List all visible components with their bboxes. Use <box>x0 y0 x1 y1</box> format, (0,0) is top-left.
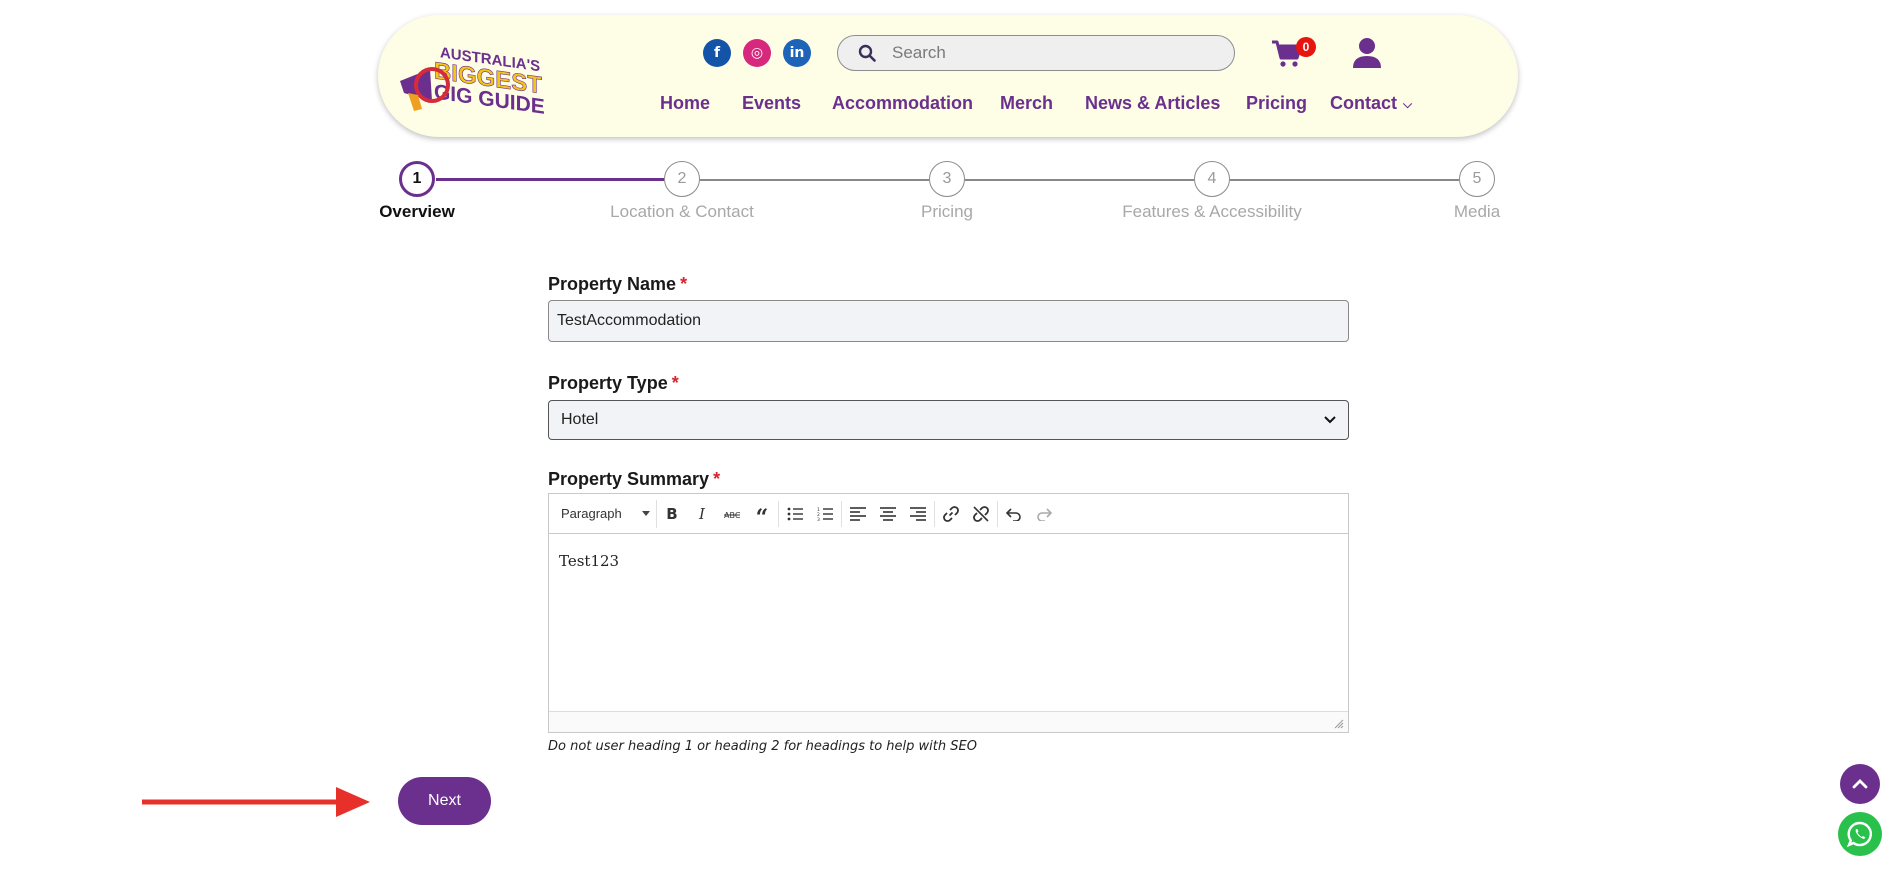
required-marker: * <box>671 373 679 393</box>
whatsapp-icon <box>1846 821 1873 848</box>
required-marker: * <box>713 469 721 489</box>
property-type-select[interactable]: Hotel <box>548 400 1349 440</box>
redo-icon <box>1037 507 1052 521</box>
progress-stepper: 1 2 3 4 5 Overview Location & Contact Pr… <box>0 0 1895 230</box>
bold-icon: B <box>666 504 678 523</box>
stepper-connector-3 <box>965 179 1194 181</box>
property-type-label-text: Property Type <box>548 373 668 393</box>
align-center-icon <box>880 506 896 521</box>
property-summary-label-text: Property Summary <box>548 469 710 489</box>
next-button[interactable]: Next <box>398 777 491 825</box>
undo-icon <box>1006 507 1021 521</box>
editor-content-area[interactable]: Test123 <box>549 534 1348 588</box>
unlink-icon <box>973 505 989 522</box>
property-name-label-text: Property Name <box>548 274 677 294</box>
step-5-label: Media <box>1453 202 1501 221</box>
property-type-label: Property Type * <box>548 373 679 394</box>
numbered-list-icon: 123 <box>817 507 833 521</box>
step-4-circle[interactable]: 4 <box>1194 161 1230 197</box>
toolbar-divider <box>778 500 779 527</box>
required-marker: * <box>680 274 688 294</box>
paragraph-format-select[interactable]: Paragraph <box>555 499 657 528</box>
stepper-connector-1 <box>436 178 664 181</box>
editor-paragraph: Test123 <box>559 552 620 570</box>
remove-link-button[interactable] <box>966 499 996 529</box>
chevron-down-icon <box>1324 416 1336 424</box>
italic-icon: I <box>699 504 705 523</box>
annotation-arrow-icon <box>142 787 370 817</box>
step-1-circle[interactable]: 1 <box>399 161 435 197</box>
quote-icon: “ <box>755 504 769 531</box>
editor-status-bar <box>549 711 1348 732</box>
stepper-connector-2 <box>700 179 929 181</box>
blockquote-button[interactable]: “ <box>747 499 777 529</box>
property-summary-label: Property Summary * <box>548 469 720 490</box>
undo-button[interactable] <box>999 499 1029 529</box>
insert-link-button[interactable] <box>936 499 966 529</box>
align-left-button[interactable] <box>843 499 873 529</box>
seo-hint-text: Do not user heading 1 or heading 2 for h… <box>548 739 977 754</box>
bold-button[interactable]: B <box>657 499 687 529</box>
step-3-label: Pricing <box>921 202 973 221</box>
align-right-button[interactable] <box>903 499 933 529</box>
link-icon <box>943 505 959 522</box>
rich-text-editor: Paragraph B I ABC “ 123 Test123 <box>548 493 1349 733</box>
svg-text:3: 3 <box>817 517 820 521</box>
toolbar-divider <box>841 500 842 527</box>
property-name-input[interactable] <box>548 300 1349 342</box>
whatsapp-chat-button[interactable] <box>1838 812 1882 856</box>
property-type-selected-value: Hotel <box>561 411 599 428</box>
align-left-icon <box>850 506 866 521</box>
align-center-button[interactable] <box>873 499 903 529</box>
step-4-label: Features & Accessibility <box>1122 202 1302 221</box>
bulleted-list-icon <box>787 507 803 520</box>
property-name-label: Property Name * <box>548 274 687 295</box>
scroll-to-top-button[interactable] <box>1840 764 1880 804</box>
step-2-label: Location & Contact <box>610 202 754 221</box>
numbered-list-button[interactable]: 123 <box>810 499 840 529</box>
align-right-icon <box>910 506 926 521</box>
caret-down-icon <box>642 511 650 516</box>
step-3-circle[interactable]: 3 <box>929 161 965 197</box>
stepper-connector-4 <box>1230 179 1459 181</box>
toolbar-divider <box>997 500 998 527</box>
paragraph-format-value: Paragraph <box>561 506 622 521</box>
editor-toolbar: Paragraph B I ABC “ 123 <box>549 494 1348 534</box>
resize-handle-icon[interactable] <box>1334 719 1344 729</box>
step-2-circle[interactable]: 2 <box>664 161 700 197</box>
strikethrough-icon: ABC <box>724 511 740 520</box>
strikethrough-button[interactable]: ABC <box>717 499 747 529</box>
bulleted-list-button[interactable] <box>780 499 810 529</box>
step-5-circle[interactable]: 5 <box>1459 161 1495 197</box>
toolbar-divider <box>934 500 935 527</box>
chevron-up-icon <box>1852 779 1868 789</box>
redo-button[interactable] <box>1029 499 1059 529</box>
italic-button[interactable]: I <box>687 499 717 529</box>
step-1-label: Overview <box>379 202 455 221</box>
